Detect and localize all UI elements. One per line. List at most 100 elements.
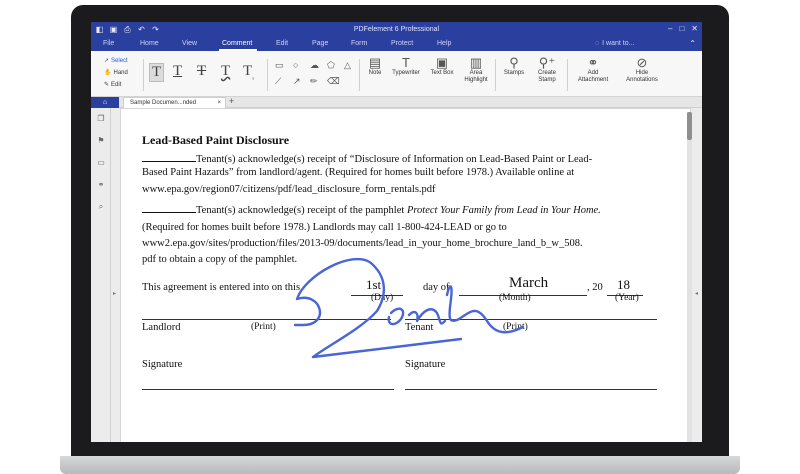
typewriter-button[interactable]: T Typewriter xyxy=(389,55,423,77)
circle-icon[interactable]: ○ xyxy=(293,60,298,70)
hide-annotations-label-1: Hide xyxy=(635,70,649,76)
paperclip-icon: ⚭ xyxy=(587,55,599,70)
menu-view[interactable]: View xyxy=(182,40,197,47)
document-tab-strip: ⌂ Sample Documen...nded × + xyxy=(91,96,702,108)
highlight-text-icon[interactable]: T xyxy=(149,63,165,82)
new-tab-icon[interactable]: + xyxy=(229,96,234,106)
edit-icon: ✎ xyxy=(104,82,110,88)
window-title: PDFelement 6 Professional xyxy=(353,26,440,33)
hand-mode-label: Hand xyxy=(113,70,128,76)
home-icon: ⌂ xyxy=(102,99,108,106)
stamps-label: Stamps xyxy=(503,70,525,76)
document-tab[interactable]: Sample Documen...nded × xyxy=(123,97,226,108)
create-stamp-button[interactable]: ⚲⁺ Create Stamp xyxy=(533,55,561,84)
paragraph-1-line-1: Tenant(s) acknowledge(s) receipt of “Dis… xyxy=(142,152,592,165)
text-box-button[interactable]: ▣ Text Box xyxy=(427,55,457,77)
lightbulb-icon: ◌ xyxy=(595,40,600,47)
vertical-scrollbar[interactable] xyxy=(687,112,692,442)
polygon-icon[interactable]: ⬠ xyxy=(327,60,335,71)
ribbon-divider xyxy=(267,59,268,91)
pages-icon[interactable]: ❐ xyxy=(96,114,106,124)
window-controls: – □ ✕ xyxy=(668,24,698,33)
add-attachment-button[interactable]: ⚭ Add Attachment xyxy=(573,55,613,84)
laptop-base xyxy=(60,456,740,474)
paragraph-1-line-3: www.epa.gov/region07/citizens/pdf/lead_d… xyxy=(142,184,436,195)
eye-slash-icon: ⊘ xyxy=(636,55,648,70)
insert-text-icon[interactable]: Tₓ xyxy=(243,63,254,81)
area-highlight-label-1: Area xyxy=(469,70,483,76)
create-stamp-label-1: Create xyxy=(537,70,556,76)
home-tab[interactable]: ⌂ xyxy=(91,97,119,108)
menu-help[interactable]: Help xyxy=(437,40,451,47)
hide-annotations-button[interactable]: ⊘ Hide Annotations xyxy=(621,55,663,84)
signature-line-2[interactable] xyxy=(405,389,657,390)
underline-text-icon[interactable]: T xyxy=(173,63,182,80)
expand-right-panel-icon[interactable]: ◂ xyxy=(695,290,698,297)
hand-icon: ✋ xyxy=(104,70,112,76)
collapse-ribbon-icon[interactable]: ⌃ xyxy=(689,39,696,48)
comment-icon[interactable]: ▭ xyxy=(96,158,106,168)
ribbon-divider xyxy=(143,59,144,91)
add-attachment-label-1: Add xyxy=(587,70,599,76)
menu-comment[interactable]: Comment xyxy=(222,40,252,47)
cloud-icon[interactable]: ☁ xyxy=(310,60,319,71)
search-input[interactable]: I want to... xyxy=(602,40,634,47)
signature-stroke xyxy=(293,257,525,359)
menu-home[interactable]: Home xyxy=(140,40,159,47)
create-stamp-icon: ⚲⁺ xyxy=(538,55,556,70)
rectangle-icon[interactable]: ▭ xyxy=(275,60,284,71)
menu-form[interactable]: Form xyxy=(351,40,367,47)
menu-page[interactable]: Page xyxy=(312,40,328,47)
attachment-icon[interactable]: ⚭ xyxy=(96,180,106,190)
scrollbar-thumb[interactable] xyxy=(687,112,692,140)
note-label: Note xyxy=(368,70,382,76)
arrow-icon[interactable]: ↗ xyxy=(293,76,301,87)
paragraph-2-line-3: www2.epa.gov/sites/production/files/2013… xyxy=(142,238,583,249)
strikethrough-text-icon[interactable]: T xyxy=(197,63,206,80)
mode-group: ➚ Select ✋ Hand ✎ Edit xyxy=(104,55,128,91)
select-mode-label: Select xyxy=(111,58,128,64)
paragraph-2-line-1: Tenant(s) acknowledge(s) receipt of the … xyxy=(142,203,601,216)
note-button[interactable]: ▤ Note xyxy=(363,55,387,77)
ribbon-divider xyxy=(567,59,568,91)
triangle-icon[interactable]: △ xyxy=(344,60,351,71)
stamp-icon: ⚲ xyxy=(509,55,519,70)
search-box[interactable]: ◌ I want to... xyxy=(595,40,634,47)
stamps-button[interactable]: ⚲ Stamps xyxy=(501,55,527,77)
squiggly-text-icon[interactable]: T xyxy=(221,63,230,80)
line-icon[interactable]: ⟋ xyxy=(275,76,281,87)
app-window: ◧ ▣ ⎙ ↶ ↷ PDFelement 6 Professional – □ … xyxy=(91,22,702,442)
expand-panel-icon[interactable]: ▸ xyxy=(113,290,116,297)
select-mode[interactable]: ➚ Select xyxy=(104,55,128,67)
acknowledge-blank-1[interactable] xyxy=(142,152,196,162)
edit-mode-label: Edit xyxy=(111,82,122,88)
close-tab-icon[interactable]: × xyxy=(217,98,221,108)
search-icon[interactable]: ⌕ xyxy=(96,202,106,212)
edit-mode[interactable]: ✎ Edit xyxy=(104,79,128,91)
pencil-icon[interactable]: ✏ xyxy=(310,76,318,87)
close-icon[interactable]: ✕ xyxy=(691,24,698,33)
minimize-icon[interactable]: – xyxy=(668,24,672,33)
bookmark-icon[interactable]: ⚑ xyxy=(96,136,106,146)
year-value[interactable]: 18 xyxy=(617,277,630,293)
signature-line-1[interactable] xyxy=(142,389,394,390)
hand-mode[interactable]: ✋ Hand xyxy=(104,67,128,79)
paragraph-2-line-2: (Required for homes built before 1978.) … xyxy=(142,222,507,233)
maximize-icon[interactable]: □ xyxy=(679,24,684,33)
area-highlight-icon: ▥ xyxy=(469,55,483,70)
paragraph-1-text-1: Tenant(s) acknowledge(s) receipt of “Dis… xyxy=(196,154,593,165)
handwritten-signature[interactable] xyxy=(291,255,531,365)
note-icon: ▤ xyxy=(368,55,382,70)
pamphlet-title: Protect Your Family from Lead in Your Ho… xyxy=(406,205,601,216)
typewriter-label: Typewriter xyxy=(392,70,420,76)
menu-file[interactable]: File xyxy=(103,40,114,47)
acknowledge-blank-2[interactable] xyxy=(142,203,196,213)
paragraph-2-lead: Tenant(s) acknowledge(s) receipt of the … xyxy=(196,205,407,216)
document-page: Lead-Based Paint Disclosure Tenant(s) ac… xyxy=(120,108,691,442)
area-highlight-button[interactable]: ▥ Area Highlight xyxy=(461,55,491,84)
eraser-icon[interactable]: ⌫ xyxy=(327,76,340,87)
add-attachment-label-2: Attachment xyxy=(577,77,609,83)
menu-protect[interactable]: Protect xyxy=(391,40,413,47)
menu-edit[interactable]: Edit xyxy=(276,40,288,47)
signature-label-1: Signature xyxy=(142,359,183,370)
